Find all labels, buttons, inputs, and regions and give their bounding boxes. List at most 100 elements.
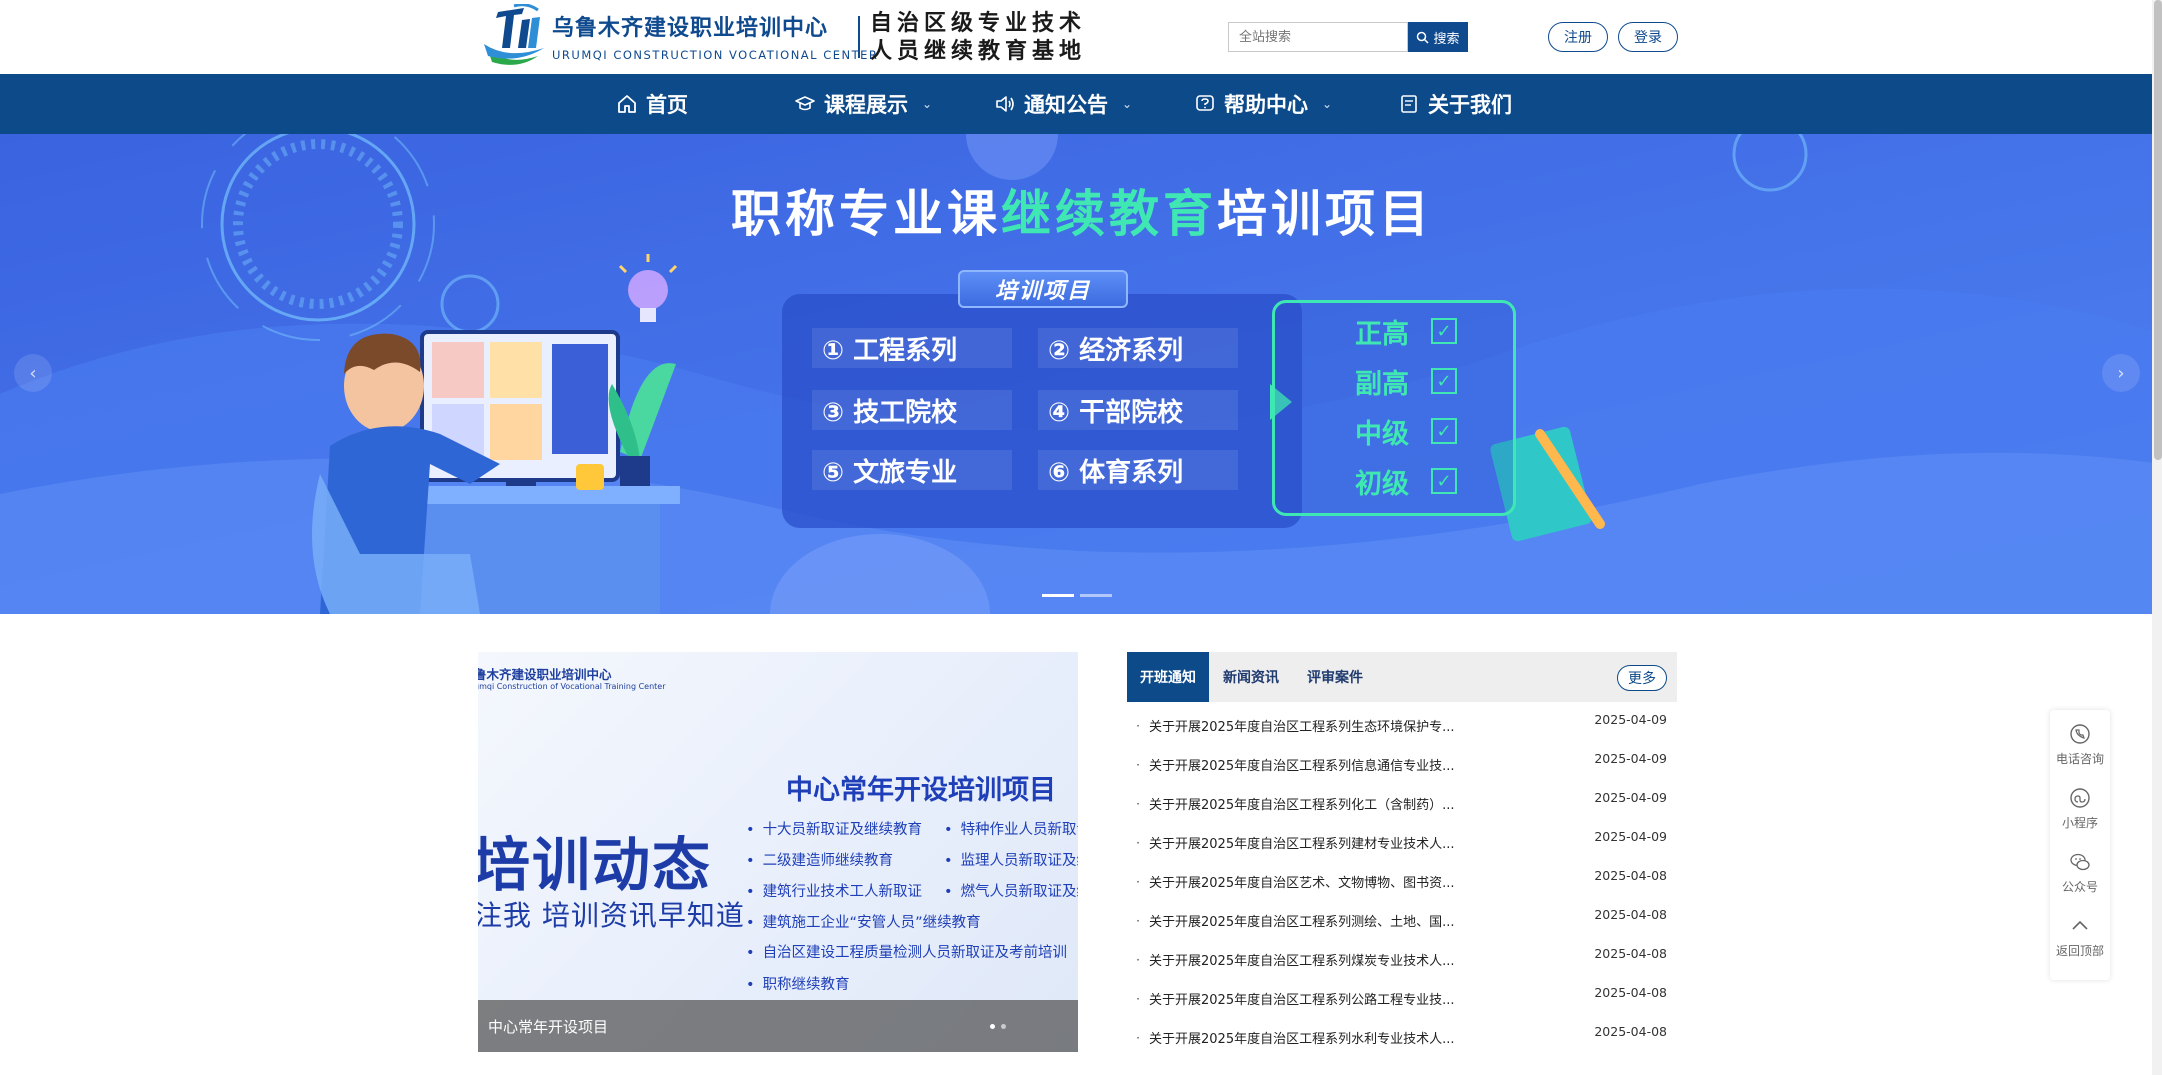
news-title[interactable]: 关于开展2025年度自治区工程系列生态环境保护专... <box>1149 716 1569 735</box>
feature-bullet: 监理人员新取证及继 <box>944 849 1078 870</box>
news-item[interactable]: · 关于开展2025年度自治区工程系列建材专业技术人... 2025-04-09 <box>1127 823 1677 862</box>
feature-dot-1[interactable] <box>990 1024 995 1029</box>
side-mini-program[interactable]: 小程序 <box>2050 778 2110 840</box>
login-button[interactable]: 登录 <box>1618 22 1678 52</box>
search-input[interactable] <box>1228 22 1408 52</box>
chevron-down-icon: ⌄ <box>1322 97 1333 111</box>
news-title[interactable]: 关于开展2025年度自治区工程系列水利专业技术人... <box>1149 1028 1569 1047</box>
banner-project: ③ 技工院校 <box>812 390 1012 430</box>
news-title[interactable]: 关于开展2025年度自治区工程系列煤炭专业技术人... <box>1149 950 1569 969</box>
nav-label: 通知公告 <box>1024 93 1108 117</box>
banner-level-label: 正高 <box>1355 318 1409 350</box>
news-item[interactable]: · 关于开展2025年度自治区工程系列信息通信专业技... 2025-04-09 <box>1127 745 1677 784</box>
news-item[interactable]: · 关于开展2025年度自治区工程系列水利专业技术人... 2025-04-08 <box>1127 1018 1677 1057</box>
speaker-icon <box>996 96 1014 112</box>
brand-name-en: URUMQI CONSTRUCTION VOCATIONAL CENTER <box>552 48 879 62</box>
banner-level: 副高 ✓ <box>1355 361 1505 401</box>
more-button[interactable]: 更多 <box>1617 665 1667 691</box>
nav-item-about[interactable]: 关于我们 <box>1398 74 1512 134</box>
register-button[interactable]: 注册 <box>1548 22 1608 52</box>
nav-label: 课程展示 <box>824 93 908 117</box>
banner-dot-1[interactable] <box>1042 594 1074 597</box>
news-item[interactable]: · 关于开展2025年度自治区工程系列生态环境保护专... 2025-04-09 <box>1127 706 1677 745</box>
feature-bullet: 自治区建设工程质量检测人员新取证及考前培训 <box>746 941 1068 962</box>
side-label: 公众号 <box>2061 880 2098 894</box>
feature-logo-en: umqi Construction of Vocational Training… <box>478 682 666 691</box>
feature-bullet: 职称继续教育 <box>746 973 850 994</box>
bullet-icon: · <box>1136 718 1140 733</box>
news-date: 2025-04-08 <box>1594 946 1667 961</box>
nav-item-courses[interactable]: 课程展示 ⌄ <box>794 74 932 134</box>
feature-caption[interactable]: 中心常年开设项目 <box>478 1000 1078 1052</box>
help-icon <box>1196 95 1214 111</box>
banner-tag: 培训项目 <box>958 270 1128 308</box>
chevron-down-icon: ⌄ <box>1122 97 1133 111</box>
search-button[interactable]: 搜索 <box>1408 22 1468 52</box>
news-tabs: 开班通知 新闻资讯 评审案件 更多 <box>1127 652 1677 702</box>
nav-item-notices[interactable]: 通知公告 ⌄ <box>994 74 1132 134</box>
side-back-to-top[interactable]: 返回顶部 <box>2050 906 2110 968</box>
search-button-label: 搜索 <box>1433 31 1460 47</box>
feature-dot-2[interactable] <box>1001 1024 1006 1029</box>
nav-item-help[interactable]: 帮助中心 ⌄ <box>1194 74 1332 134</box>
brand-subtitle-line1: 自治区级专业技术 <box>870 11 1087 36</box>
banner-dot-2[interactable] <box>1080 594 1112 597</box>
nav-label: 首页 <box>646 93 688 117</box>
news-date: 2025-04-08 <box>1594 985 1667 1000</box>
banner-level: 中级 ✓ <box>1355 411 1505 451</box>
banner-project: ④ 干部院校 <box>1038 390 1238 430</box>
tab-news[interactable]: 新闻资讯 <box>1209 652 1293 702</box>
banner-level-label: 副高 <box>1355 368 1409 400</box>
news-date: 2025-04-08 <box>1594 1024 1667 1039</box>
news-item[interactable]: · 关于开展2025年度自治区工程系列公路工程专业技... 2025-04-08 <box>1127 979 1677 1018</box>
bullet-icon: · <box>1136 874 1140 889</box>
bullet-icon: · <box>1136 757 1140 772</box>
search-icon <box>1417 31 1430 44</box>
tab-review-cases[interactable]: 评审案件 <box>1293 652 1377 702</box>
scrollbar-thumb[interactable] <box>2154 0 2162 460</box>
feature-bullet: 建筑行业技术工人新取证 <box>746 880 923 901</box>
course-icon <box>795 96 815 111</box>
banner-next-button[interactable]: › <box>2102 354 2140 392</box>
bullet-icon: · <box>1136 913 1140 928</box>
tab-class-notices[interactable]: 开班通知 <box>1127 652 1209 702</box>
banner-levels: 正高 ✓ 副高 ✓ 中级 ✓ 初级 ✓ <box>1272 300 1516 516</box>
banner-project: ⑤ 文旅专业 <box>812 450 1012 490</box>
feature-bullet: 建筑施工企业“安管人员”继续教育 <box>746 911 981 932</box>
side-phone[interactable]: 电话咨询 <box>2050 714 2110 776</box>
nav-item-home[interactable]: 首页 <box>616 74 688 134</box>
checkbox-icon: ✓ <box>1431 318 1457 344</box>
checkbox-icon: ✓ <box>1431 468 1457 494</box>
feature-bullet: 燃气人员新取证及继 <box>944 880 1078 901</box>
news-item[interactable]: · 关于开展2025年度自治区工程系列化工（含制药）... 2025-04-09 <box>1127 784 1677 823</box>
feature-carousel[interactable]: 鲁木齐建设职业培训中心 umqi Construction of Vocatio… <box>478 652 1078 1052</box>
feature-heading: 中心常年开设培训项目 <box>786 775 1056 806</box>
news-title[interactable]: 关于开展2025年度自治区工程系列测绘、土地、国... <box>1149 911 1569 930</box>
news-title[interactable]: 关于开展2025年度自治区工程系列化工（含制药）... <box>1149 794 1569 813</box>
news-title[interactable]: 关于开展2025年度自治区艺术、文物博物、图书资... <box>1149 872 1569 891</box>
banner-prev-button[interactable]: ‹ <box>14 354 52 392</box>
arrow-up-icon <box>2072 920 2088 930</box>
banner-title-highlight: 继续教育 <box>1001 185 1217 243</box>
news-date: 2025-04-09 <box>1594 829 1667 844</box>
news-item[interactable]: · 关于开展2025年度自治区工程系列测绘、土地、国... 2025-04-08 <box>1127 901 1677 940</box>
bullet-icon: · <box>1136 952 1140 967</box>
news-item[interactable]: · 关于开展2025年度自治区工程系列煤炭专业技术人... 2025-04-08 <box>1127 940 1677 979</box>
hero-banner[interactable]: 职称专业课继续教育培训项目 培训项目 ① 工程系列 ② 经济系列 ③ 技工院校 … <box>0 134 2162 614</box>
banner-level-label: 初级 <box>1355 468 1409 500</box>
news-title[interactable]: 关于开展2025年度自治区工程系列信息通信专业技... <box>1149 755 1569 774</box>
news-item[interactable]: · 关于开展2025年度自治区艺术、文物博物、图书资... 2025-04-08 <box>1127 862 1677 901</box>
nav-label: 帮助中心 <box>1224 93 1308 117</box>
book-icon <box>1401 95 1417 113</box>
bullet-icon: · <box>1136 835 1140 850</box>
feature-logo-cn: 鲁木齐建设职业培训中心 <box>478 667 612 682</box>
side-wechat[interactable]: 公众号 <box>2050 842 2110 904</box>
side-label: 电话咨询 <box>2055 752 2104 766</box>
news-title[interactable]: 关于开展2025年度自治区工程系列公路工程专业技... <box>1149 989 1569 1008</box>
brand-divider <box>858 16 860 58</box>
banner-level: 初级 ✓ <box>1355 461 1505 501</box>
brand-subtitle-line2: 人员继续教育基地 <box>870 39 1087 64</box>
brand: 乌鲁木齐建设职业培训中心 URUMQI CONSTRUCTION VOCATIO… <box>552 10 878 62</box>
news-title[interactable]: 关于开展2025年度自治区工程系列建材专业技术人... <box>1149 833 1569 852</box>
banner-title: 职称专业课继续教育培训项目 <box>0 174 2162 246</box>
